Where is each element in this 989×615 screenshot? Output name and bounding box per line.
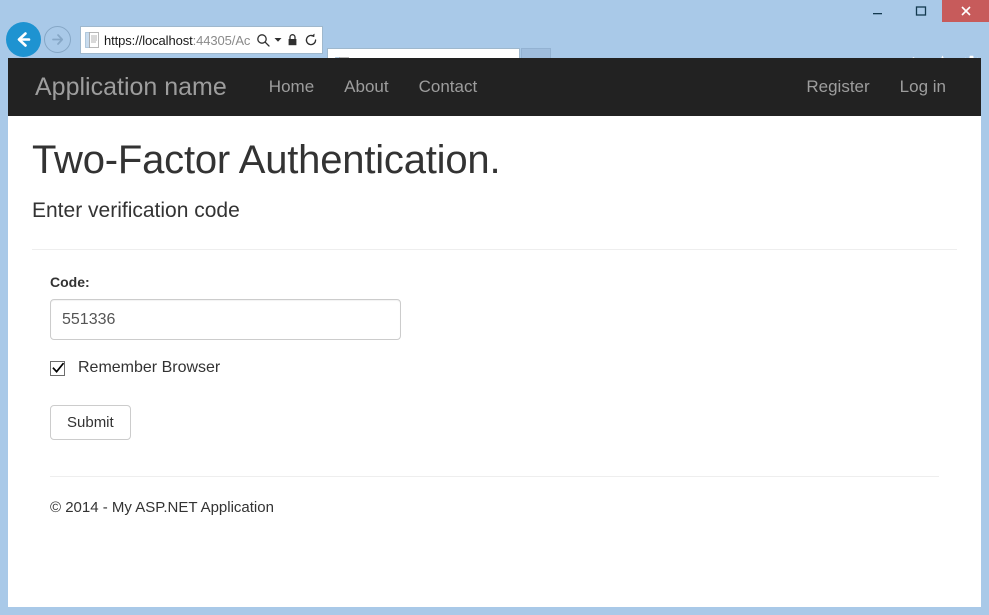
page-content: Two-Factor Authentication. Enter verific… <box>8 138 981 516</box>
nav-item-register[interactable]: Register <box>791 77 884 97</box>
remember-browser-checkbox[interactable] <box>50 361 65 376</box>
copyright-text: © 2014 - My ASP.NET Application <box>50 499 939 516</box>
close-button[interactable] <box>942 0 989 22</box>
search-icon[interactable] <box>254 29 271 51</box>
submit-button[interactable]: Submit <box>50 405 131 440</box>
navbar-brand[interactable]: Application name <box>20 75 242 100</box>
browser-chrome: https://localhost:44305/Ac <box>0 22 989 58</box>
code-label: Code: <box>50 274 963 290</box>
lock-icon <box>284 29 301 51</box>
check-icon <box>52 362 65 375</box>
address-text: https://localhost:44305/Ac <box>104 33 254 48</box>
minimize-button[interactable] <box>856 0 899 22</box>
content-divider <box>32 249 957 250</box>
page-title: Two-Factor Authentication. <box>32 138 963 183</box>
site-navbar: Application name Home About Contact Regi… <box>8 58 981 116</box>
two-factor-form: Code: Remember Browser Submit <box>50 274 963 440</box>
forward-arrow-icon <box>50 32 65 47</box>
window-controls <box>856 0 989 22</box>
nav-item-login[interactable]: Log in <box>885 77 961 97</box>
footer-divider <box>50 476 939 477</box>
code-input[interactable] <box>50 299 401 340</box>
nav-item-home[interactable]: Home <box>254 77 329 97</box>
address-bar-icons <box>254 29 319 51</box>
page-viewport: Application name Home About Contact Regi… <box>8 58 981 607</box>
maximize-button[interactable] <box>899 0 942 22</box>
remember-browser-row[interactable]: Remember Browser <box>50 359 963 377</box>
back-arrow-icon <box>14 30 33 49</box>
page-icon <box>85 32 99 48</box>
navbar-links: Home About Contact <box>254 77 492 97</box>
nav-item-about[interactable]: About <box>329 77 403 97</box>
back-button[interactable] <box>6 22 41 57</box>
browser-window: https://localhost:44305/Ac <box>0 0 989 615</box>
navbar-right-links: Register Log in <box>791 77 969 97</box>
forward-button[interactable] <box>44 26 71 53</box>
address-bar[interactable]: https://localhost:44305/Ac <box>80 26 323 54</box>
nav-item-contact[interactable]: Contact <box>404 77 493 97</box>
page-subtitle: Enter verification code <box>32 199 963 223</box>
chevron-down-icon[interactable] <box>272 29 283 51</box>
refresh-icon[interactable] <box>302 29 319 51</box>
page-footer: © 2014 - My ASP.NET Application <box>50 476 939 516</box>
remember-browser-label: Remember Browser <box>78 359 220 377</box>
title-bar <box>0 0 989 22</box>
